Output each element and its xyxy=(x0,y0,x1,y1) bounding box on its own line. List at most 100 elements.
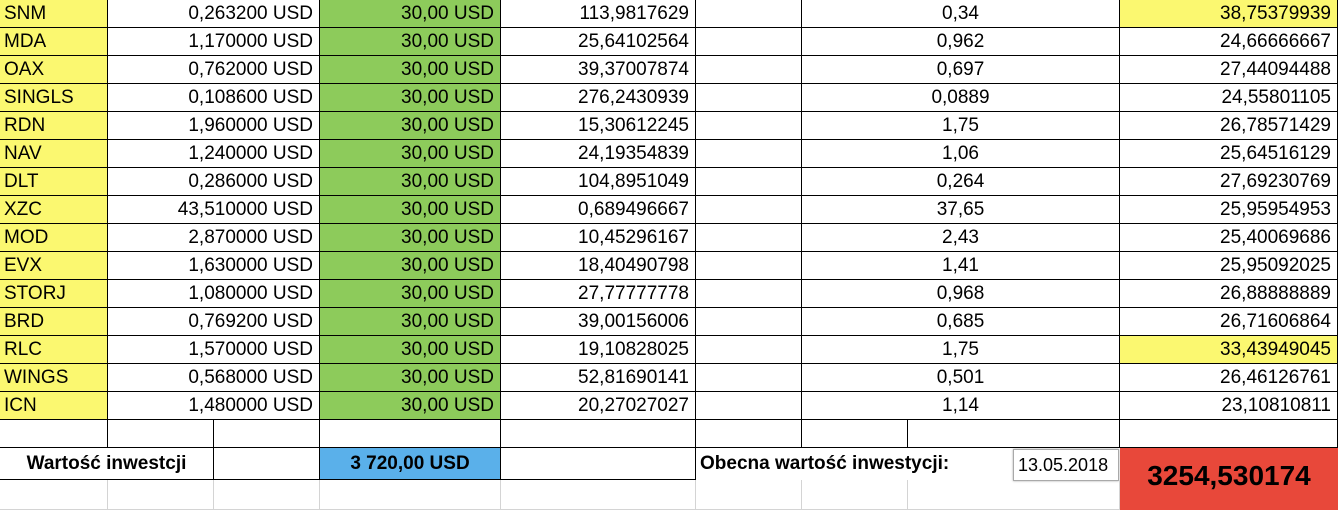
price-cell[interactable]: 0,769200 USD xyxy=(108,308,320,336)
ticker-cell[interactable]: WINGS xyxy=(0,364,108,392)
current-value-cell[interactable]: 38,75379939 xyxy=(1120,0,1338,28)
price-cell[interactable]: 0,286000 USD xyxy=(108,168,320,196)
empty-cell[interactable] xyxy=(696,196,802,224)
ticker-cell[interactable]: ICN xyxy=(0,392,108,420)
empty-cell[interactable] xyxy=(696,0,802,28)
empty-cell[interactable] xyxy=(802,480,908,510)
current-value-cell[interactable]: 24,66666667 xyxy=(1120,28,1338,56)
current-value-cell[interactable]: 23,10810811 xyxy=(1120,392,1338,420)
amount-cell[interactable]: 39,00156006 xyxy=(501,308,696,336)
current-price-cell[interactable]: 0,962 xyxy=(802,28,1120,56)
amount-cell[interactable]: 52,81690141 xyxy=(501,364,696,392)
empty-cell[interactable] xyxy=(501,480,696,510)
ticker-cell[interactable]: DLT xyxy=(0,168,108,196)
empty-cell[interactable] xyxy=(696,168,802,196)
invest-cell[interactable]: 30,00 USD xyxy=(320,336,501,364)
empty-cell[interactable] xyxy=(696,28,802,56)
invest-cell[interactable]: 30,00 USD xyxy=(320,56,501,84)
invest-cell[interactable]: 30,00 USD xyxy=(320,392,501,420)
ticker-cell[interactable]: EVX xyxy=(0,252,108,280)
empty-cell[interactable] xyxy=(1120,420,1338,448)
empty-cell[interactable] xyxy=(696,280,802,308)
date-field[interactable]: 13.05.2018 xyxy=(1013,449,1119,481)
current-value-cell[interactable]: 33,43949045 xyxy=(1120,336,1338,364)
amount-cell[interactable]: 24,19354839 xyxy=(501,140,696,168)
amount-cell[interactable]: 19,10828025 xyxy=(501,336,696,364)
price-cell[interactable]: 0,108600 USD xyxy=(108,84,320,112)
price-cell[interactable]: 43,510000 USD xyxy=(108,196,320,224)
current-price-cell[interactable]: 1,41 xyxy=(802,252,1120,280)
price-cell[interactable]: 1,480000 USD xyxy=(108,392,320,420)
empty-cell[interactable] xyxy=(501,448,696,480)
price-cell[interactable]: 1,240000 USD xyxy=(108,140,320,168)
ticker-cell[interactable]: NAV xyxy=(0,140,108,168)
ticker-cell[interactable]: XZC xyxy=(0,196,108,224)
current-price-cell[interactable]: 0,34 xyxy=(802,0,1120,28)
empty-cell[interactable] xyxy=(802,420,908,448)
ticker-cell[interactable]: SINGLS xyxy=(0,84,108,112)
price-cell[interactable]: 2,870000 USD xyxy=(108,224,320,252)
current-price-cell[interactable]: 0,264 xyxy=(802,168,1120,196)
empty-cell[interactable] xyxy=(320,480,501,510)
invest-cell[interactable]: 30,00 USD xyxy=(320,196,501,224)
ticker-cell[interactable]: RDN xyxy=(0,112,108,140)
empty-cell[interactable] xyxy=(696,392,802,420)
empty-cell[interactable] xyxy=(696,252,802,280)
empty-cell[interactable] xyxy=(908,480,1120,510)
amount-cell[interactable]: 10,45296167 xyxy=(501,224,696,252)
current-value-cell[interactable]: 25,95954953 xyxy=(1120,196,1338,224)
empty-cell[interactable] xyxy=(320,420,501,448)
empty-cell[interactable] xyxy=(696,112,802,140)
amount-cell[interactable]: 39,37007874 xyxy=(501,56,696,84)
investment-total[interactable]: 3 720,00 USD xyxy=(320,448,501,480)
empty-cell[interactable] xyxy=(214,420,320,448)
current-price-cell[interactable]: 0,697 xyxy=(802,56,1120,84)
invest-cell[interactable]: 30,00 USD xyxy=(320,308,501,336)
price-cell[interactable]: 1,170000 USD xyxy=(108,28,320,56)
amount-cell[interactable]: 27,77777778 xyxy=(501,280,696,308)
current-value-cell[interactable]: 25,95092025 xyxy=(1120,252,1338,280)
empty-cell[interactable] xyxy=(696,84,802,112)
invest-cell[interactable]: 30,00 USD xyxy=(320,168,501,196)
ticker-cell[interactable]: MDA xyxy=(0,28,108,56)
price-cell[interactable]: 1,080000 USD xyxy=(108,280,320,308)
current-value-cell[interactable]: 27,69230769 xyxy=(1120,168,1338,196)
ticker-cell[interactable]: MOD xyxy=(0,224,108,252)
current-value-cell[interactable]: 24,55801105 xyxy=(1120,84,1338,112)
current-value-cell[interactable]: 26,71606864 xyxy=(1120,308,1338,336)
price-cell[interactable]: 1,630000 USD xyxy=(108,252,320,280)
empty-cell[interactable] xyxy=(696,140,802,168)
invest-cell[interactable]: 30,00 USD xyxy=(320,140,501,168)
current-price-cell[interactable]: 1,75 xyxy=(802,336,1120,364)
empty-cell[interactable] xyxy=(696,336,802,364)
current-price-cell[interactable]: 0,685 xyxy=(802,308,1120,336)
current-value-cell[interactable]: 26,78571429 xyxy=(1120,112,1338,140)
amount-cell[interactable]: 18,40490798 xyxy=(501,252,696,280)
current-price-cell[interactable]: 37,65 xyxy=(802,196,1120,224)
current-price-cell[interactable]: 0,501 xyxy=(802,364,1120,392)
current-value-cell[interactable]: 25,40069686 xyxy=(1120,224,1338,252)
current-value-cell[interactable]: 26,46126761 xyxy=(1120,364,1338,392)
ticker-cell[interactable]: BRD xyxy=(0,308,108,336)
invest-cell[interactable]: 30,00 USD xyxy=(320,280,501,308)
empty-cell[interactable] xyxy=(214,448,320,480)
empty-cell[interactable] xyxy=(696,364,802,392)
amount-cell[interactable]: 20,27027027 xyxy=(501,392,696,420)
current-price-cell[interactable]: 0,968 xyxy=(802,280,1120,308)
ticker-cell[interactable]: RLC xyxy=(0,336,108,364)
current-value-cell[interactable]: 27,44094488 xyxy=(1120,56,1338,84)
price-cell[interactable]: 1,570000 USD xyxy=(108,336,320,364)
invest-cell[interactable]: 30,00 USD xyxy=(320,84,501,112)
invest-cell[interactable]: 30,00 USD xyxy=(320,364,501,392)
invest-cell[interactable]: 30,00 USD xyxy=(320,112,501,140)
current-price-cell[interactable]: 2,43 xyxy=(802,224,1120,252)
empty-cell[interactable] xyxy=(108,420,214,448)
current-total-value[interactable]: 3254,530174 xyxy=(1120,448,1338,510)
amount-cell[interactable]: 25,64102564 xyxy=(501,28,696,56)
invest-cell[interactable]: 30,00 USD xyxy=(320,0,501,28)
empty-cell[interactable] xyxy=(696,480,802,510)
empty-cell[interactable] xyxy=(501,420,696,448)
current-value-cell[interactable]: 26,88888889 xyxy=(1120,280,1338,308)
amount-cell[interactable]: 0,689496667 xyxy=(501,196,696,224)
ticker-cell[interactable]: OAX xyxy=(0,56,108,84)
